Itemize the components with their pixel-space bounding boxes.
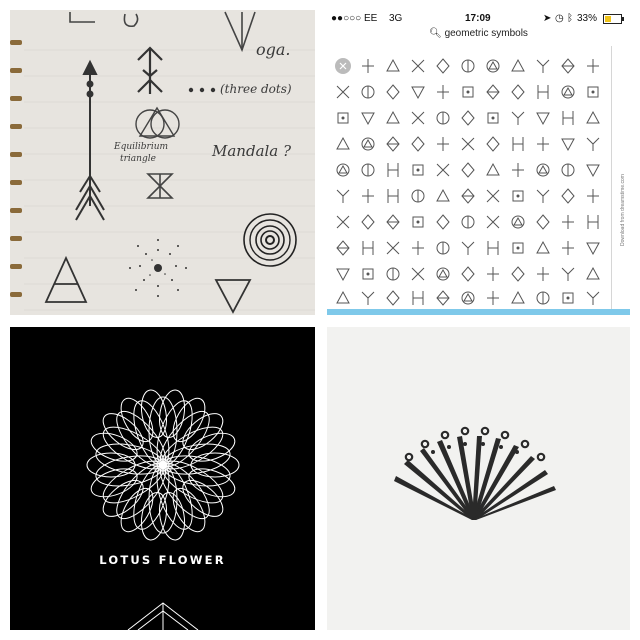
fan-sunburst-icon xyxy=(394,426,556,520)
network-label: 3G xyxy=(389,13,403,24)
location-arrow-icon: ➤ xyxy=(543,13,552,24)
search-icon: 🔍︎ xyxy=(429,28,442,39)
phone-screenshot: ●●○○○ EE 3G 17:09 ➤ ◷ ᛒ 33% 🔍︎ geometric… xyxy=(327,10,630,315)
lotus-title: LOTUS FLOWER xyxy=(99,553,226,567)
label-triangle: triangle xyxy=(120,154,156,164)
dot-mandala-sketch xyxy=(129,239,187,297)
bluetooth-icon: ᛒ xyxy=(567,13,573,24)
clock: 17:09 xyxy=(465,13,491,24)
search-query: geometric symbols xyxy=(444,28,528,39)
equilibrium-triangle-sketch xyxy=(135,106,180,139)
fan-sketch-photo xyxy=(327,327,630,630)
accent-bar xyxy=(327,309,630,315)
lotus-mandala-icon xyxy=(86,389,240,630)
arrow-sketch xyxy=(75,59,105,221)
status-bar: ●●○○○ EE 3G 17:09 ➤ ◷ ᛒ 33% xyxy=(327,10,630,28)
symbol-grid xyxy=(334,57,600,306)
alarm-icon: ◷ xyxy=(555,13,564,24)
air-triangle-sketch xyxy=(44,255,88,303)
download-credit: Download from dreamstime.com xyxy=(620,174,626,246)
label-three-dots: (three dots) xyxy=(220,82,292,96)
rune-sketch xyxy=(137,46,163,94)
symbol-rows xyxy=(334,57,600,306)
lotus-flower-logo: LOTUS FLOWER xyxy=(10,327,315,630)
label-mandala: Mandala ? xyxy=(212,142,292,160)
watermark-strip: Download from dreamstime.com xyxy=(611,46,630,314)
partial-triangle-logo xyxy=(127,602,199,630)
battery-percent: 33% xyxy=(577,13,598,24)
battery-icon xyxy=(603,14,624,24)
carrier-label: ●●○○○ EE xyxy=(331,13,378,24)
label-equilibrium: Equilibrium xyxy=(114,142,169,152)
search-bar[interactable]: 🔍︎ geometric symbols xyxy=(327,28,630,44)
sketch-notebook-photo: oga. (three dots) Equilibrium triangle M… xyxy=(10,10,315,315)
label-oga: oga. xyxy=(256,40,291,59)
